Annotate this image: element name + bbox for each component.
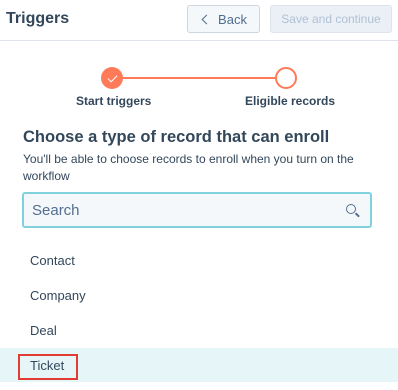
step-1-complete-marker [101,67,123,89]
search-input[interactable] [24,194,334,226]
page-title: Triggers [6,10,70,27]
highlight-annotation-box [18,354,78,380]
search-icon[interactable] [346,204,356,214]
option-contact[interactable]: Contact [0,243,398,277]
header: Triggers Back Save and continue [0,0,398,41]
stepper-line [121,77,277,79]
option-company[interactable]: Company [0,278,398,312]
option-deal[interactable]: Deal [0,313,398,347]
save-and-continue-button[interactable]: Save and continue [270,5,392,33]
back-button[interactable]: Back [187,5,260,33]
section-heading: Choose a type of record that can enroll [23,128,330,146]
stepper: Start triggers Eligible records [0,62,398,112]
section-description: You'll be able to choose records to enro… [23,152,354,183]
step-label-eligible-records: Eligible records [245,94,336,108]
checkmark-icon [107,72,117,82]
step-label-start-triggers: Start triggers [76,94,152,108]
search-box [22,192,372,228]
option-ticket[interactable]: Ticket [0,348,398,382]
chevron-left-icon [201,14,212,24]
back-button-label: Back [218,11,247,27]
step-2-marker [275,67,297,89]
